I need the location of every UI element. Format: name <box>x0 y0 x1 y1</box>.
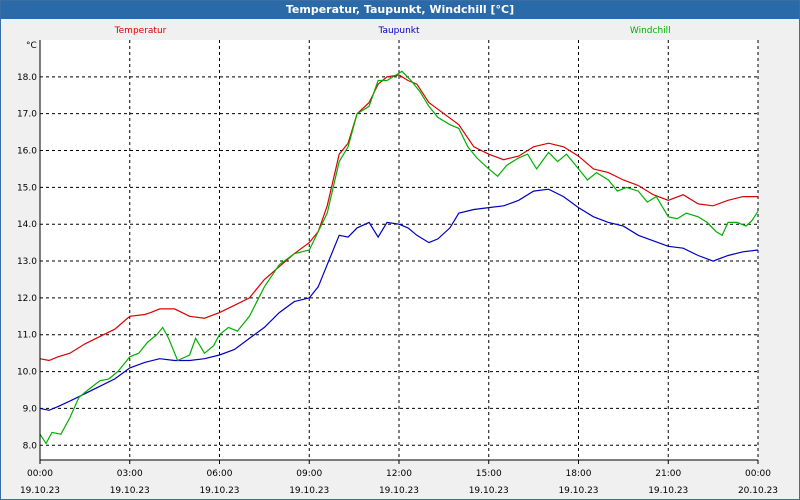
x-tick-time: 00:00 <box>745 469 771 479</box>
x-tick-date: 19.10.23 <box>289 486 329 496</box>
x-tick-date: 19.10.23 <box>648 486 688 496</box>
x-tick-time: 06:00 <box>207 469 233 479</box>
x-tick-time: 21:00 <box>655 469 681 479</box>
x-tick-date: 19.10.23 <box>469 486 509 496</box>
legend-taupunkt: Taupunkt <box>377 26 420 36</box>
y-tick-label: 13.0 <box>17 257 37 267</box>
x-tick-time: 09:00 <box>296 469 322 479</box>
x-tick-date: 19.10.23 <box>199 486 239 496</box>
y-tick-label: 18.0 <box>17 73 37 83</box>
legend-temperatur: Temperatur <box>114 26 167 36</box>
y-unit-label: °C <box>26 41 37 51</box>
y-tick-label: 11.0 <box>17 331 37 341</box>
x-tick-date: 19.10.23 <box>379 486 419 496</box>
y-tick-label: 10.0 <box>17 368 37 378</box>
y-tick-label: 12.0 <box>17 294 37 304</box>
chart-canvas: 8.0 9.0 10.0 11.0 12.0 13.0 14.0 15.0 16.0 17.0 18… <box>17 26 778 496</box>
y-tick-label: 14.0 <box>17 220 37 230</box>
x-tick-date: 19.10.23 <box>20 486 60 496</box>
x-tick-time: 18:00 <box>566 469 592 479</box>
y-tick-label: 17.0 <box>17 110 37 120</box>
x-tick-date: 19.10.23 <box>110 486 150 496</box>
y-tick-label: 8.0 <box>23 441 38 451</box>
y-tick-label: 9.0 <box>23 404 38 414</box>
y-tick-label: 15.0 <box>17 183 37 193</box>
x-tick-time: 00:00 <box>27 469 53 479</box>
x-tick-date: 20.10.23 <box>738 486 778 496</box>
x-tick-time: 12:00 <box>386 469 412 479</box>
grid <box>39 40 759 460</box>
y-tick-label: 16.0 <box>17 147 37 157</box>
x-tick-time: 03:00 <box>117 469 143 479</box>
x-tick-time: 15:00 <box>476 469 502 479</box>
x-tick-date: 19.10.23 <box>558 486 598 496</box>
legend-windchill: Windchill <box>630 26 671 36</box>
